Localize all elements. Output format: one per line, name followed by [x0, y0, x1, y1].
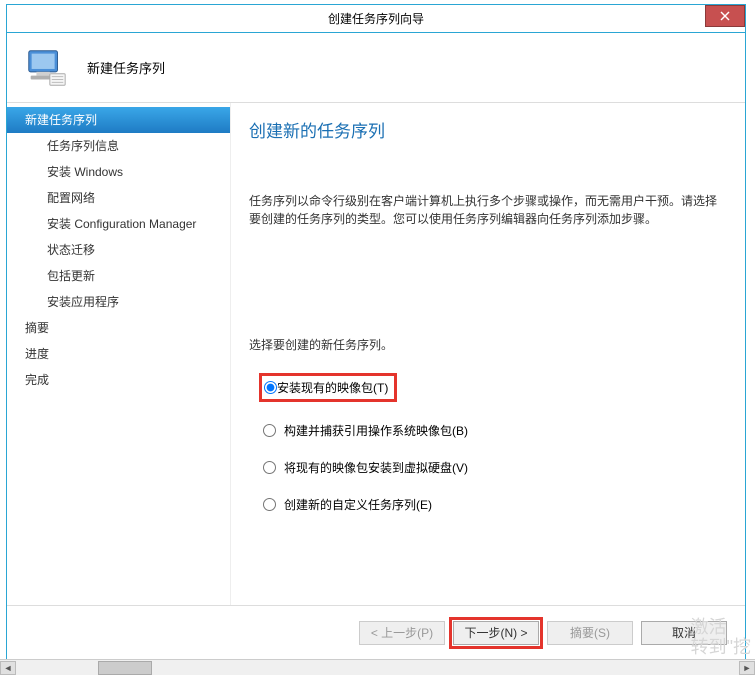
- radio-option[interactable]: 安装现有的映像包(T): [263, 373, 727, 402]
- sidebar-item[interactable]: 新建任务序列: [7, 107, 230, 133]
- description-text: 任务序列以命令行级别在客户端计算机上执行多个步骤或操作，而无需用户干预。请选择要…: [249, 192, 727, 228]
- prompt-text: 选择要创建的新任务序列。: [249, 336, 727, 353]
- highlight-box: 安装现有的映像包(T): [259, 373, 397, 402]
- sidebar-item[interactable]: 安装 Windows: [7, 159, 230, 185]
- titlebar: 创建任务序列向导: [7, 5, 745, 33]
- sidebar-item[interactable]: 进度: [7, 341, 230, 367]
- radio-option[interactable]: 创建新的自定义任务序列(E): [263, 496, 727, 513]
- next-button[interactable]: 下一步(N) >: [453, 621, 539, 645]
- radio-label: 将现有的映像包安装到虚拟硬盘(V): [284, 459, 468, 476]
- page-title: 创建新的任务序列: [249, 117, 727, 142]
- summary-button[interactable]: 摘要(S): [547, 621, 633, 645]
- radio-input[interactable]: [263, 461, 276, 474]
- header: 新建任务序列: [7, 33, 745, 103]
- radio-input[interactable]: [264, 381, 277, 394]
- scroll-right-arrow[interactable]: ►: [739, 661, 755, 675]
- sidebar-item[interactable]: 状态迁移: [7, 237, 230, 263]
- content-panel: 创建新的任务序列 任务序列以命令行级别在客户端计算机上执行多个步骤或操作，而无需…: [231, 103, 745, 605]
- horizontal-scrollbar[interactable]: ◄ ►: [0, 659, 755, 675]
- computer-icon: [23, 45, 69, 91]
- radio-input[interactable]: [263, 498, 276, 511]
- footer: < 上一步(P) 下一步(N) > 摘要(S) 取消: [7, 605, 745, 659]
- close-button[interactable]: [705, 5, 745, 27]
- sidebar: 新建任务序列任务序列信息安装 Windows配置网络安装 Configurati…: [7, 103, 231, 605]
- sidebar-item[interactable]: 完成: [7, 367, 230, 393]
- sidebar-item[interactable]: 安装 Configuration Manager: [7, 211, 230, 237]
- scroll-left-arrow[interactable]: ◄: [0, 661, 16, 675]
- sidebar-item[interactable]: 配置网络: [7, 185, 230, 211]
- sidebar-item[interactable]: 安装应用程序: [7, 289, 230, 315]
- radio-group: 安装现有的映像包(T) 构建并捕获引用操作系统映像包(B) 将现有的映像包安装到虚拟…: [249, 373, 727, 513]
- titlebar-title: 创建任务序列向导: [328, 10, 424, 27]
- radio-label: 安装现有的映像包(T): [277, 379, 388, 396]
- scroll-thumb[interactable]: [98, 661, 152, 675]
- scroll-track[interactable]: [16, 661, 739, 675]
- header-title: 新建任务序列: [87, 58, 165, 77]
- radio-label: 构建并捕获引用操作系统映像包(B): [284, 422, 468, 439]
- body: 新建任务序列任务序列信息安装 Windows配置网络安装 Configurati…: [7, 103, 745, 605]
- cancel-button[interactable]: 取消: [641, 621, 727, 645]
- radio-label: 创建新的自定义任务序列(E): [284, 496, 432, 513]
- close-icon: [720, 11, 730, 21]
- radio-option[interactable]: 构建并捕获引用操作系统映像包(B): [263, 422, 727, 439]
- prev-button[interactable]: < 上一步(P): [359, 621, 445, 645]
- sidebar-item[interactable]: 摘要: [7, 315, 230, 341]
- radio-input[interactable]: [263, 424, 276, 437]
- sidebar-item[interactable]: 包括更新: [7, 263, 230, 289]
- radio-option[interactable]: 将现有的映像包安装到虚拟硬盘(V): [263, 459, 727, 476]
- wizard-window: 创建任务序列向导 新建任务序列 新建任务序列任务序列信息安装 Windows配置…: [6, 4, 746, 660]
- sidebar-item[interactable]: 任务序列信息: [7, 133, 230, 159]
